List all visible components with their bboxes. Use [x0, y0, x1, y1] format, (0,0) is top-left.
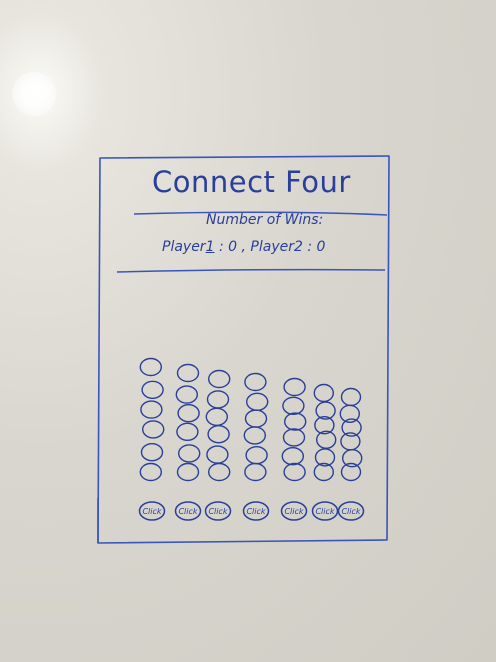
drop-button-col-4[interactable]: Click: [242, 501, 270, 521]
board-slot: [177, 404, 200, 423]
drop-button-label: Click: [315, 507, 334, 516]
drop-button-label: Click: [284, 507, 303, 516]
board-slot: [205, 407, 229, 426]
board-slot: [206, 390, 230, 409]
drop-button-label: Click: [341, 507, 360, 516]
drop-button-col-3[interactable]: Click: [204, 501, 232, 521]
drop-button-label: Click: [246, 507, 265, 516]
board-slot: [282, 428, 306, 447]
board-slot: [207, 425, 230, 444]
board-slot: [176, 363, 200, 383]
board-slot: [176, 422, 199, 441]
drop-button-label: Click: [208, 507, 227, 516]
board-slot: [313, 383, 334, 403]
board-slot: [177, 444, 201, 463]
board-slot: [340, 387, 362, 407]
board-slot: [243, 426, 267, 445]
board-slot: [176, 462, 200, 482]
board-slot: [282, 396, 305, 415]
board-slot: [206, 445, 229, 464]
board-slot: [245, 446, 268, 465]
board-slot: [244, 372, 267, 392]
drop-button-col-5[interactable]: Click: [280, 501, 308, 521]
board-slot: [246, 392, 269, 411]
game-board: Click Click Click Click Click Click Click: [138, 357, 365, 521]
board-slot: [141, 420, 165, 439]
board-slot: [284, 412, 307, 431]
board-slot: [140, 443, 164, 462]
board-slot: [175, 385, 199, 404]
drop-button-col-6[interactable]: Click: [311, 501, 339, 521]
drop-button-col-7[interactable]: Click: [337, 501, 365, 521]
board-slot: [207, 369, 231, 389]
drop-button-label: Click: [178, 507, 197, 516]
board-slot: [283, 462, 306, 482]
drop-button-col-1[interactable]: Click: [138, 501, 166, 521]
board-slot: [207, 462, 231, 482]
board-slot: [281, 447, 304, 466]
drop-button-label: Click: [142, 507, 161, 516]
board-slot: [140, 400, 163, 419]
board-slot: [141, 380, 164, 399]
board-slot: [244, 462, 267, 482]
drop-button-col-2[interactable]: Click: [174, 501, 202, 521]
board-slot: [139, 462, 163, 482]
board-slot: [283, 377, 306, 397]
board-slot: [244, 409, 268, 428]
board-slot: [139, 357, 163, 377]
